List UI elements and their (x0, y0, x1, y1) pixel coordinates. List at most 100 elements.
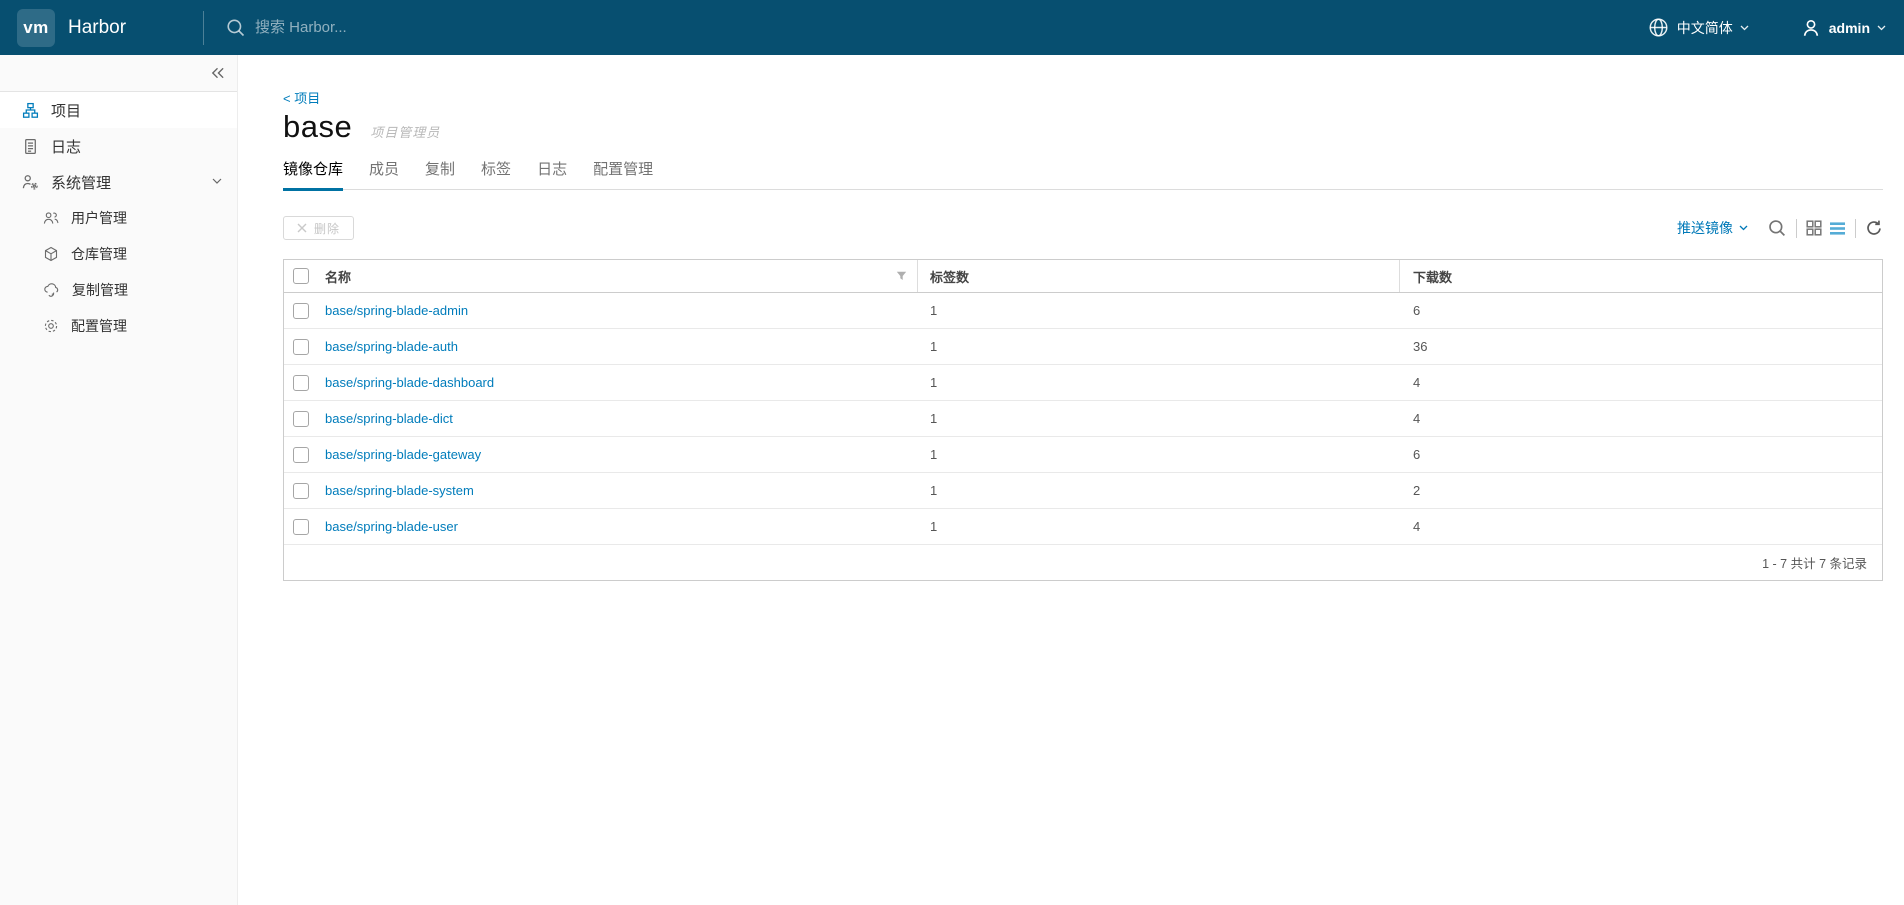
table-row: base/spring-blade-user 1 4 (284, 509, 1882, 545)
toolbar-right: 推送镜像 (1677, 218, 1883, 238)
tab-logs[interactable]: 日志 (537, 158, 567, 191)
product-name[interactable]: Harbor (68, 17, 126, 39)
sidebar-item-label: 仓库管理 (71, 246, 127, 262)
tags-count: 1 (930, 483, 938, 498)
repositories-table: 名称 标签数 下载数 base/spring-blade-admin 1 6 b… (283, 259, 1883, 581)
tab-labels[interactable]: 标签 (481, 158, 511, 191)
tags-count: 1 (930, 375, 938, 390)
push-image-label: 推送镜像 (1677, 220, 1733, 236)
row-checkbox[interactable] (293, 410, 309, 427)
sidebar-item-label: 配置管理 (71, 318, 127, 334)
sidebar-item-replication-management[interactable]: 复制管理 (0, 272, 237, 308)
row-checkbox[interactable] (293, 338, 309, 355)
search-input[interactable] (255, 19, 675, 36)
page-title: base (283, 109, 353, 144)
header-actions: 中文简体 admin (1648, 17, 1886, 38)
brand: vm Harbor (0, 8, 203, 47)
delete-button[interactable]: 删除 (283, 216, 355, 240)
language-switcher[interactable]: 中文简体 (1648, 17, 1749, 38)
tab-members[interactable]: 成员 (369, 158, 399, 191)
row-checkbox[interactable] (293, 302, 309, 319)
pulls-count: 4 (1413, 411, 1421, 426)
sidebar-item-administration[interactable]: 系统管理 (0, 164, 237, 200)
repository-link[interactable]: base/spring-blade-auth (325, 339, 458, 354)
main-content: < 项目 base 项目管理员 镜像仓库 成员 复制 标签 日志 配置管理 删除… (238, 55, 1904, 905)
sidebar-item-registry-management[interactable]: 仓库管理 (0, 236, 237, 272)
search-icon (226, 18, 246, 38)
toolbar-divider (1855, 218, 1856, 238)
language-label: 中文简体 (1676, 19, 1733, 36)
tags-count: 1 (930, 519, 938, 534)
table-row: base/spring-blade-dashboard 1 4 (284, 365, 1882, 401)
card-view-icon[interactable] (1806, 220, 1822, 236)
chevron-down-icon (1877, 25, 1886, 31)
tab-configuration[interactable]: 配置管理 (593, 158, 653, 191)
repository-link[interactable]: base/spring-blade-system (325, 483, 474, 498)
project-role-label: 项目管理员 (370, 125, 441, 140)
sidebar-item-label: 系统管理 (51, 174, 112, 192)
table-row: base/spring-blade-admin 1 6 (284, 293, 1882, 329)
column-header-name: 名称 (325, 269, 352, 285)
list-view-icon[interactable] (1829, 221, 1846, 236)
breadcrumb-projects-link[interactable]: < 项目 (283, 88, 320, 107)
header-divider (203, 10, 204, 45)
pulls-count: 2 (1413, 483, 1421, 498)
tab-replication[interactable]: 复制 (425, 158, 455, 191)
pagination-summary: 1 - 7 共计 7 条记录 (1762, 557, 1867, 571)
globe-icon (1648, 17, 1669, 38)
username-label: admin (1828, 19, 1870, 36)
pulls-count: 36 (1413, 339, 1428, 354)
tags-count: 1 (930, 447, 938, 462)
collapse-sidebar-icon[interactable] (210, 66, 225, 80)
top-header: vm Harbor 中文简体 admin (0, 0, 1904, 55)
column-header-tags: 标签数 (918, 260, 1400, 292)
tags-count: 1 (930, 339, 938, 354)
sidebar-nav: 项目 日志 系统管理 用户管理 仓库管理 复制管理 配置管理 (0, 92, 237, 344)
sidebar-item-label: 复制管理 (72, 282, 128, 298)
refresh-icon[interactable] (1865, 219, 1883, 237)
registry-cube-icon (43, 246, 59, 262)
push-image-button[interactable]: 推送镜像 (1677, 218, 1748, 238)
row-checkbox[interactable] (293, 518, 309, 535)
vmware-logo[interactable]: vm (17, 8, 55, 47)
filter-search-icon[interactable] (1768, 219, 1787, 238)
repository-link[interactable]: base/spring-blade-user (325, 519, 458, 534)
tab-repositories[interactable]: 镜像仓库 (283, 158, 344, 191)
row-checkbox[interactable] (293, 446, 309, 463)
table-footer: 1 - 7 共计 7 条记录 (284, 545, 1882, 580)
table-row: base/spring-blade-auth 1 36 (284, 329, 1882, 365)
repository-link[interactable]: base/spring-blade-dict (325, 411, 453, 426)
repository-toolbar: 删除 推送镜像 (283, 216, 1883, 240)
sidebar-item-projects[interactable]: 项目 (0, 92, 237, 128)
administration-icon (22, 174, 39, 191)
pulls-count: 6 (1413, 447, 1421, 462)
filter-icon[interactable] (896, 271, 907, 281)
repository-link[interactable]: base/spring-blade-admin (325, 303, 468, 318)
sidebar-collapse-row (0, 55, 237, 92)
users-icon (43, 210, 59, 226)
repository-link[interactable]: base/spring-blade-dashboard (325, 375, 494, 390)
replication-cloud-sync-icon (43, 282, 60, 298)
pulls-count: 6 (1413, 303, 1421, 318)
project-tabs: 镜像仓库 成员 复制 标签 日志 配置管理 (283, 158, 1883, 191)
sidebar-item-label: 项目 (51, 102, 82, 120)
select-all-checkbox[interactable] (293, 268, 309, 284)
sidebar-item-user-management[interactable]: 用户管理 (0, 200, 237, 236)
x-icon (297, 223, 307, 233)
user-menu[interactable]: admin (1801, 18, 1886, 38)
row-checkbox[interactable] (293, 482, 309, 499)
sidebar-item-configuration[interactable]: 配置管理 (0, 308, 237, 344)
table-row: base/spring-blade-dict 1 4 (284, 401, 1882, 437)
sidebar-item-label: 日志 (51, 138, 82, 156)
repository-link[interactable]: base/spring-blade-gateway (325, 447, 481, 462)
pulls-count: 4 (1413, 519, 1421, 534)
tags-count: 1 (930, 303, 938, 318)
delete-button-label: 删除 (314, 221, 341, 236)
gear-icon (43, 318, 59, 334)
row-checkbox[interactable] (293, 374, 309, 391)
table-header-row: 名称 标签数 下载数 (284, 260, 1882, 293)
chevron-down-icon (1740, 25, 1749, 31)
projects-icon (22, 102, 39, 119)
sidebar-item-logs[interactable]: 日志 (0, 128, 237, 164)
chevron-down-icon (212, 178, 222, 185)
